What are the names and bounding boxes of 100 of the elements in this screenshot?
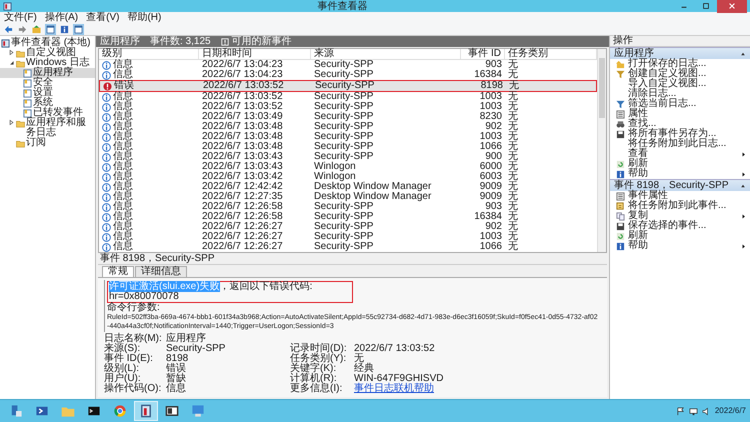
event-row[interactable]: 信息 2022/6/7 12:27:35 Desktop Window Manager 9009 无 xyxy=(99,192,597,202)
tab[interactable]: 详细信息 xyxy=(135,266,187,277)
tree-item[interactable]: 系统 xyxy=(0,98,95,108)
event-row[interactable]: 信息 2022/6/7 13:04:23 Security-SPP 903 无 xyxy=(99,60,597,70)
event-row[interactable]: 信息 2022/6/7 13:04:23 Security-SPP 16384 无 xyxy=(99,70,597,80)
action-item[interactable]: 事件属性 xyxy=(610,191,750,201)
tree-item[interactable]: 自定义视图 xyxy=(0,48,95,58)
task-category-text: 无 xyxy=(508,132,518,142)
level-text: 信息 xyxy=(113,92,133,102)
field-value: 暂缺 xyxy=(166,373,186,384)
scrollbar[interactable] xyxy=(597,49,606,252)
event-row[interactable]: 信息 2022/6/7 12:26:58 Security-SPP 16384 无 xyxy=(99,212,597,222)
submenu-arrow-icon xyxy=(741,152,746,156)
action-item[interactable]: 查看 xyxy=(610,149,750,159)
section-header[interactable]: 事件 8198，Security-SPP xyxy=(610,179,750,191)
event-row[interactable]: 信息 2022/6/7 13:03:52 Security-SPP 1003 无 xyxy=(99,92,597,102)
date-text: 2022/6/7 13:03:43 xyxy=(202,162,283,172)
log-icon xyxy=(23,79,32,88)
tree-item[interactable]: 事件查看器 (本地) xyxy=(0,38,95,48)
info-icon xyxy=(102,162,111,172)
level-text: 信息 xyxy=(113,102,133,112)
submenu-arrow-icon xyxy=(741,214,746,218)
date-text: 2022/6/7 13:03:49 xyxy=(202,112,283,122)
event-row[interactable]: 信息 2022/6/7 12:26:27 Security-SPP 1003 无 xyxy=(99,232,597,242)
menu-item[interactable]: 帮助(H) xyxy=(127,12,162,23)
action-item[interactable]: 复制 xyxy=(610,211,750,221)
field-label: 级别(L): xyxy=(104,364,139,374)
action-item[interactable]: 将任务附加到此日志... xyxy=(610,139,750,149)
properties-icon xyxy=(616,110,625,118)
action-item[interactable]: 帮助 xyxy=(610,169,750,179)
close-button[interactable] xyxy=(717,0,747,12)
event-id-text: 1066 xyxy=(480,142,502,152)
field-label: 关键字(K): xyxy=(290,364,336,374)
event-row[interactable]: 信息 2022/6/7 13:03:52 Security-SPP 1003 无 xyxy=(99,102,597,112)
event-row[interactable]: 信息 2022/6/7 12:42:42 Desktop Window Manager 9009 无 xyxy=(99,182,597,192)
column-header[interactable]: 日期和时间 xyxy=(199,49,311,59)
action-item[interactable]: 刷新 xyxy=(610,159,750,169)
event-row[interactable]: 信息 2022/6/7 13:03:42 Winlogon 6003 无 xyxy=(99,172,597,182)
event-row[interactable]: 信息 2022/6/7 13:03:49 Security-SPP 8230 无 xyxy=(99,112,597,122)
source-text: Security-SPP xyxy=(314,122,374,132)
menu-item[interactable]: 文件(F) xyxy=(4,12,37,23)
event-id-text: 8198 xyxy=(480,81,503,91)
action-item[interactable]: 打开保存的日志... xyxy=(610,59,750,69)
tree-item[interactable]: 订阅 xyxy=(0,138,95,148)
tree-item[interactable]: 安全 xyxy=(0,78,95,88)
event-row[interactable]: 信息 2022/6/7 13:03:43 Winlogon 6000 无 xyxy=(99,162,597,172)
event-row[interactable]: 信息 2022/6/7 13:03:48 Security-SPP 1066 无 xyxy=(99,142,597,152)
event-id-text: 1003 xyxy=(480,102,502,112)
toolbar-button[interactable] xyxy=(73,24,84,34)
taskbar-button[interactable] xyxy=(134,401,158,421)
folder-icon xyxy=(16,119,25,128)
tree-item[interactable]: 设置 xyxy=(0,88,95,98)
action-item[interactable]: 清除日志... xyxy=(610,89,750,99)
action-item[interactable]: 属性 xyxy=(610,109,750,119)
event-row[interactable]: 信息 2022/6/7 12:26:27 Security-SPP 902 无 xyxy=(99,222,597,232)
toolbar-button[interactable] xyxy=(31,24,42,34)
event-row[interactable]: 信息 2022/6/7 12:26:58 Security-SPP 903 无 xyxy=(99,202,597,212)
help-link[interactable]: 事件日志联机帮助 xyxy=(354,383,434,394)
menu-item[interactable]: 查看(V) xyxy=(86,12,120,23)
toolbar-button[interactable] xyxy=(45,24,56,34)
tree-item[interactable]: 已转发事件 xyxy=(0,108,95,118)
event-row[interactable]: 信息 2022/6/7 13:03:48 Security-SPP 1003 无 xyxy=(99,132,597,142)
action-item[interactable]: 查找... xyxy=(610,119,750,129)
event-row[interactable]: 信息 2022/6/7 12:26:27 Security-SPP 1066 无 xyxy=(99,242,597,252)
info-icon xyxy=(102,192,111,202)
task-category-text: 无 xyxy=(509,81,519,91)
action-item[interactable]: 刷新 xyxy=(610,231,750,241)
action-item[interactable]: 筛选当前日志... xyxy=(610,99,750,109)
help-icon xyxy=(616,170,625,178)
source-text: Desktop Window Manager xyxy=(314,182,432,192)
action-item[interactable]: 将所有事件另存为... xyxy=(610,129,750,139)
event-row[interactable]: 错误 2022/6/7 13:03:52 Security-SPP 8198 无 xyxy=(99,80,597,92)
action-item[interactable]: 帮助 xyxy=(610,241,750,251)
help-icon xyxy=(616,242,625,250)
event-viewer-icon xyxy=(1,39,10,48)
tree-item[interactable]: 应用程序和服务日志 xyxy=(0,118,95,138)
action-item[interactable]: 保存选择的事件... xyxy=(610,221,750,231)
event-row[interactable]: 信息 2022/6/7 13:03:43 Security-SPP 900 无 xyxy=(99,152,597,162)
column-header[interactable]: 来源 xyxy=(311,49,461,59)
field-label: 操作代码(O): xyxy=(104,384,162,394)
event-row[interactable]: 信息 2022/6/7 13:03:48 Security-SPP 902 无 xyxy=(99,122,597,132)
toolbar-button[interactable] xyxy=(17,24,28,34)
action-item[interactable]: 导入自定义视图... xyxy=(610,79,750,89)
tree-item[interactable]: 应用程序 xyxy=(0,68,95,78)
tree-item[interactable]: Windows 日志 xyxy=(0,58,95,68)
terminal-icon xyxy=(35,404,49,418)
column-header[interactable]: 事件 ID xyxy=(461,49,505,59)
field-value: Security-SPP xyxy=(166,343,226,354)
event-id-text: 16384 xyxy=(474,212,502,222)
action-item[interactable]: 将任务附加到此事件... xyxy=(610,201,750,211)
date-text: 2022/6/7 13:03:42 xyxy=(202,172,283,182)
tab[interactable]: 常规 xyxy=(102,266,134,277)
level-text: 信息 xyxy=(113,132,133,142)
action-item[interactable]: 创建自定义视图... xyxy=(610,69,750,79)
menu-item[interactable]: 操作(A) xyxy=(44,12,78,23)
field-label: 计算机(R): xyxy=(290,374,337,384)
toolbar-button[interactable] xyxy=(3,24,14,34)
column-header[interactable]: 级别 xyxy=(99,49,199,59)
toolbar-button[interactable] xyxy=(59,24,70,34)
section-header[interactable]: 应用程序 xyxy=(610,47,750,59)
